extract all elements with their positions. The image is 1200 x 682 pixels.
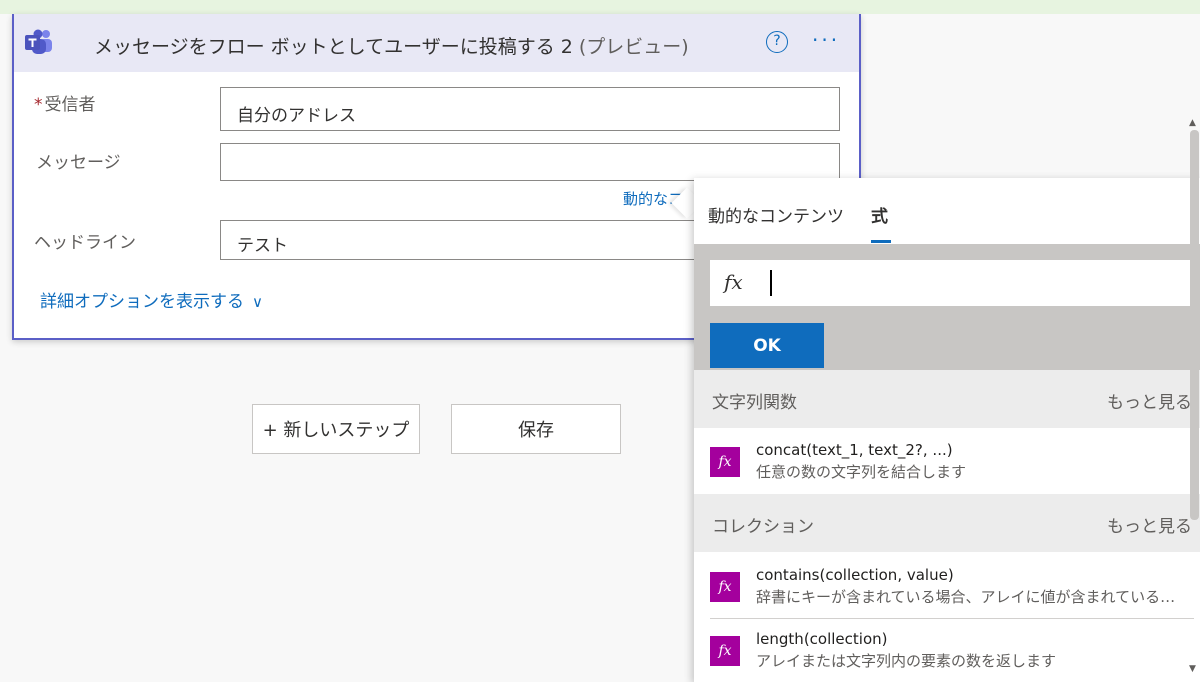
dynamic-content-flyout: 動的なコンテンツ 式 fx OK 文字列関数 もっと見る fx concat(t…	[694, 178, 1200, 682]
function-description: アレイまたは文字列内の要素の数を返します	[756, 652, 1057, 670]
see-more-link[interactable]: もっと見る	[1107, 512, 1192, 537]
function-item-length[interactable]: fx length(collection) アレイまたは文字列内の要素の数を返し…	[694, 620, 1194, 680]
function-name: contains(collection, value)	[756, 566, 954, 584]
headline-label: ヘッドライン	[34, 233, 136, 253]
tab-expression[interactable]: 式	[871, 202, 888, 227]
function-description: 辞書にキーが含まれている場合、アレイに値が含まれている場合	[756, 588, 1188, 606]
new-step-button[interactable]: + 新しいステップ	[252, 404, 420, 454]
card-title: メッセージをフロー ボットとしてユーザーに投稿する 2 (プレビュー)	[94, 32, 689, 59]
teams-icon	[25, 29, 52, 54]
function-name: length(collection)	[756, 630, 888, 648]
function-item-concat[interactable]: fx concat(text_1, text_2?, ...) 任意の数の文字列…	[694, 431, 1194, 491]
section-title: 文字列関数	[712, 393, 797, 413]
section-header-string-functions: 文字列関数 もっと見る	[694, 370, 1200, 428]
message-label: メッセージ	[36, 153, 121, 173]
section-title: コレクション	[712, 517, 814, 537]
help-icon[interactable]: ?	[766, 31, 788, 53]
divider	[710, 618, 1194, 619]
text-caret	[770, 270, 772, 296]
section-header-collection: コレクション もっと見る	[694, 494, 1200, 552]
tab-dynamic-content[interactable]: 動的なコンテンツ	[708, 202, 844, 227]
save-button[interactable]: 保存	[451, 404, 621, 454]
function-description: 任意の数の文字列を結合します	[756, 463, 967, 481]
see-more-link[interactable]: もっと見る	[1107, 388, 1192, 413]
fx-icon: fx	[724, 270, 743, 294]
function-name: concat(text_1, text_2?, ...)	[756, 441, 953, 459]
active-tab-indicator	[871, 240, 891, 243]
top-band	[0, 0, 1200, 14]
scroll-down-icon[interactable]: ▼	[1189, 664, 1196, 674]
function-icon: fx	[710, 572, 740, 602]
more-options-icon[interactable]: ···	[812, 28, 840, 52]
recipient-label-text: 受信者	[44, 95, 96, 115]
function-item-contains[interactable]: fx contains(collection, value) 辞書にキーが含まれ…	[694, 556, 1194, 616]
function-icon: fx	[710, 447, 740, 477]
message-field[interactable]	[220, 143, 840, 181]
scrollbar-thumb[interactable]	[1190, 130, 1199, 520]
card-header[interactable]: メッセージをフロー ボットとしてユーザーに投稿する 2 (プレビュー) ? ··…	[14, 14, 859, 72]
card-title-preview: (プレビュー)	[578, 36, 689, 58]
recipient-field[interactable]: 自分のアドレス	[220, 87, 840, 131]
chevron-down-icon: ∨	[252, 293, 263, 311]
card-title-text: メッセージをフロー ボットとしてユーザーに投稿する 2	[94, 36, 573, 58]
recipient-label: * 受信者	[34, 90, 96, 115]
advanced-options-label: 詳細オプションを表示する	[40, 292, 244, 312]
function-icon: fx	[710, 636, 740, 666]
scroll-up-icon[interactable]: ▲	[1189, 118, 1196, 128]
ok-button[interactable]: OK	[710, 323, 824, 368]
required-mark: *	[34, 95, 43, 115]
expression-input[interactable]: fx	[710, 260, 1194, 306]
advanced-options-link[interactable]: 詳細オプションを表示する ∨	[40, 287, 263, 312]
